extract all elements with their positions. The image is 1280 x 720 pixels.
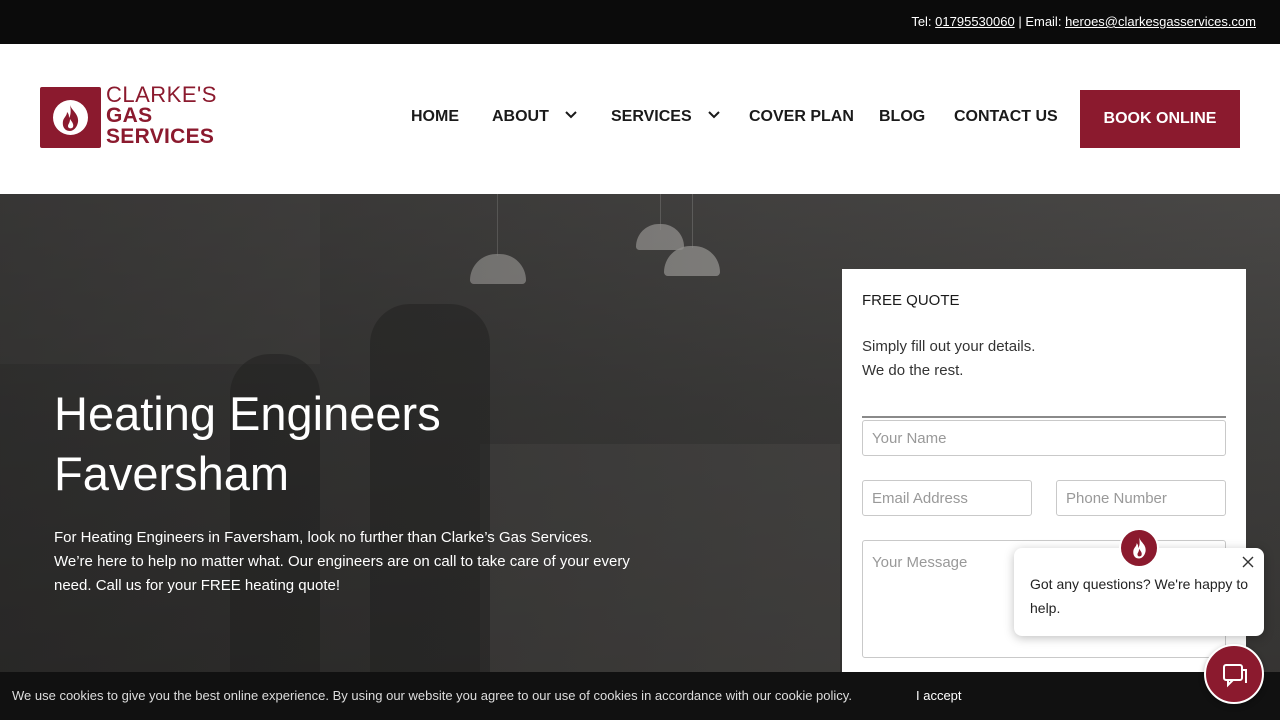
tel-label: Tel: bbox=[911, 14, 932, 29]
flame-icon bbox=[1133, 537, 1146, 559]
email-link[interactable]: heroes@clarkesgasservices.com bbox=[1065, 14, 1256, 29]
title-line-2: Faversham bbox=[54, 447, 290, 500]
nav-cover-plan[interactable]: COVER PLAN bbox=[749, 108, 854, 126]
email-input[interactable] bbox=[862, 480, 1032, 516]
name-input[interactable] bbox=[862, 420, 1226, 456]
quote-subtitle-line-2: We do the rest. bbox=[862, 362, 964, 379]
nav-blog-label: BLOG bbox=[879, 108, 926, 125]
nav-home[interactable]: HOME bbox=[411, 108, 459, 126]
nav-services-label: SERVICES bbox=[611, 108, 692, 125]
flame-icon bbox=[62, 105, 79, 131]
title-line-1: Heating Engineers bbox=[54, 387, 441, 440]
phone-input[interactable] bbox=[1056, 480, 1226, 516]
book-online-button[interactable]: BOOK ONLINE bbox=[1080, 90, 1240, 148]
chat-bubble-icon bbox=[1223, 664, 1247, 688]
chat-message: Got any questions? We're happy to help. bbox=[1030, 576, 1248, 616]
logo-line-3: SERVICES bbox=[106, 125, 215, 148]
nav-about-label: ABOUT bbox=[492, 108, 549, 125]
site-logo[interactable]: CLARKE'S GAS SERVICES bbox=[40, 84, 216, 149]
form-divider bbox=[862, 416, 1226, 418]
nav-contact-us-label: CONTACT US bbox=[954, 108, 1058, 125]
email-label: | Email: bbox=[1018, 14, 1062, 29]
logo-line-2: GAS bbox=[106, 104, 153, 127]
quote-subtitle: Simply fill out your details. We do the … bbox=[862, 335, 1035, 383]
page-title: Heating Engineers Faversham bbox=[54, 384, 654, 504]
free-quote-form: FREE QUOTE Simply fill out your details.… bbox=[842, 269, 1246, 720]
hero-description: For Heating Engineers in Faversham, look… bbox=[54, 529, 630, 594]
contact-info: Tel: 01795530060 | Email: heroes@clarkes… bbox=[911, 14, 1256, 29]
quote-title: FREE QUOTE bbox=[862, 292, 960, 309]
nav-home-label: HOME bbox=[411, 108, 459, 125]
chevron-down-icon bbox=[708, 111, 720, 119]
chat-launcher-button[interactable] bbox=[1204, 644, 1264, 704]
logo-line-1: CLARKE'S bbox=[106, 82, 217, 107]
cookie-banner: We use cookies to give you the best onli… bbox=[0, 672, 1280, 720]
logo-mark bbox=[40, 87, 101, 148]
chevron-down-icon bbox=[565, 111, 578, 119]
chat-avatar bbox=[1119, 528, 1159, 568]
quote-subtitle-line-1: Simply fill out your details. bbox=[862, 338, 1036, 355]
close-icon[interactable] bbox=[1240, 554, 1256, 570]
cookie-text: We use cookies to give you the best onli… bbox=[12, 688, 852, 703]
nav-cover-plan-label: COVER PLAN bbox=[749, 108, 854, 125]
nav-contact-us[interactable]: CONTACT US bbox=[954, 108, 1058, 126]
nav-services[interactable]: SERVICES bbox=[611, 108, 720, 126]
phone-link[interactable]: 01795530060 bbox=[935, 14, 1015, 29]
top-contact-bar: Tel: 01795530060 | Email: heroes@clarkes… bbox=[0, 0, 1280, 44]
nav-blog[interactable]: BLOG bbox=[879, 108, 925, 126]
logo-wordmark: CLARKE'S GAS SERVICES bbox=[106, 82, 217, 148]
site-header: CLARKE'S GAS SERVICES HOME ABOUT SERVICE… bbox=[0, 44, 1280, 194]
cookie-accept-button[interactable]: I accept bbox=[916, 688, 962, 703]
nav-about[interactable]: ABOUT bbox=[492, 108, 578, 126]
